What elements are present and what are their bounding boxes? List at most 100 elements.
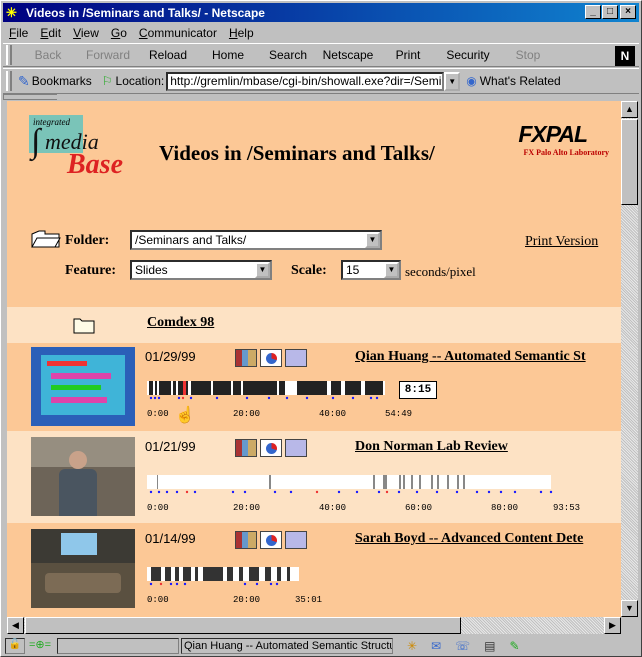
scale-select[interactable]: 15 ▼ (341, 260, 401, 280)
video-timeline[interactable] (147, 567, 307, 587)
feature-select[interactable]: Slides ▼ (130, 260, 272, 280)
toolbar-grip[interactable] (6, 71, 12, 91)
video-title-link[interactable]: Sarah Boyd -- Advanced Content Dete (355, 531, 621, 547)
window-title: Videos in /Seminars and Talks/ - Netscap… (26, 5, 265, 20)
chevron-down-icon[interactable]: ▼ (384, 262, 399, 278)
storyboard-icon[interactable] (235, 439, 257, 457)
storyboard-icon[interactable] (235, 349, 257, 367)
video-timeline[interactable] (147, 381, 397, 401)
scroll-down-button[interactable]: ▼ (621, 600, 638, 617)
menu-view[interactable]: View (67, 26, 105, 40)
stop-button[interactable]: Stop (498, 48, 558, 62)
composer-icon[interactable]: ▤ (484, 639, 495, 653)
hand-cursor-icon: ☝ (175, 407, 195, 424)
bookmarks-button[interactable]: Bookmarks (32, 74, 92, 88)
video-thumbnail[interactable] (31, 529, 135, 608)
video-date: 01/21/99 (145, 439, 196, 454)
storyboard-icon[interactable] (235, 531, 257, 549)
pie-chart-icon[interactable] (260, 439, 282, 457)
minimize-button[interactable]: _ (585, 5, 601, 19)
discussion-icon[interactable]: ☏ (455, 639, 470, 653)
feature-label: Feature: (65, 263, 117, 278)
timeline-tick-label: 80:00 (491, 503, 519, 513)
folder-select[interactable]: /Seminars and Talks/ ▼ (130, 230, 382, 250)
status-bar: 🔓 =⊕= Qian Huang -- Automated Semantic S… (3, 636, 639, 656)
reload-button[interactable]: Reload (138, 48, 198, 62)
subfolder-icon[interactable] (73, 316, 95, 337)
video-thumbnail[interactable] (31, 437, 135, 516)
menu-go[interactable]: Go (105, 26, 133, 40)
back-button[interactable]: Back (18, 48, 78, 62)
menu-communicator[interactable]: Communicator (133, 26, 223, 40)
logo-base-text: Base (67, 149, 123, 180)
edit-icon[interactable]: ✎ (509, 639, 519, 653)
toolbar-grip[interactable] (6, 45, 12, 65)
forward-button[interactable]: Forward (78, 48, 138, 62)
netscape-logo-icon: N (615, 46, 635, 66)
menu-help[interactable]: Help (223, 26, 260, 40)
page-title: Videos in /Seminars and Talks/ (159, 141, 435, 165)
whats-related-icon: ◉ (466, 74, 477, 88)
location-icon: ⚐ (101, 74, 113, 88)
mail-icon[interactable]: ✉ (431, 639, 441, 653)
feature-select-value: Slides (135, 263, 168, 277)
print-version-link[interactable]: Print Version (525, 234, 598, 250)
timeline-disabled-icon[interactable] (285, 531, 307, 549)
subfolder-row: Comdex 98 (7, 307, 621, 343)
menu-file[interactable]: File (3, 26, 34, 40)
netscape-app-icon: ✳ (6, 4, 17, 20)
url-dropdown-button[interactable]: ▼ (444, 71, 461, 91)
timeline-tick-label: 0:00 (147, 409, 169, 419)
print-button[interactable]: Print (378, 48, 438, 62)
video-row: 01/14/99 Sarah Boyd -- Advanced Content … (7, 523, 621, 617)
video-timeline[interactable] (147, 475, 557, 495)
component-bar: ✳ ✉ ☏ ▤ ✎ (407, 639, 520, 653)
navigator-icon[interactable]: ✳ (407, 639, 417, 653)
timeline-tick-label: 35:01 (295, 595, 323, 605)
search-button[interactable]: Search (258, 48, 318, 62)
connection-icon: =⊕= (29, 639, 52, 651)
netscape-window: ✳ Videos in /Seminars and Talks/ - Netsc… (0, 0, 642, 657)
scroll-left-button[interactable]: ◀ (7, 617, 24, 634)
video-title-link[interactable]: Don Norman Lab Review (355, 439, 508, 455)
url-input[interactable]: http://gremlin/mbase/cgi-bin/showall.exe… (166, 71, 445, 91)
scale-select-value: 15 (346, 263, 360, 277)
timeline-disabled-icon[interactable] (285, 439, 307, 457)
timeline-tick-label: 60:00 (405, 503, 433, 513)
close-button[interactable]: × (620, 5, 636, 19)
video-view-icons (235, 349, 307, 367)
home-button[interactable]: Home (198, 48, 258, 62)
video-row: 01/21/99 Don Norman Lab Review 0:00 20:0… (7, 431, 621, 523)
scrollbar-thumb[interactable] (621, 119, 638, 205)
personal-toolbar-tab[interactable] (3, 94, 57, 100)
maximize-button[interactable]: □ (602, 5, 618, 19)
security-button[interactable]: Security (438, 48, 498, 62)
chevron-down-icon[interactable]: ▼ (255, 262, 270, 278)
video-thumbnail[interactable] (31, 347, 135, 426)
status-text: Qian Huang -- Automated Semantic Structu… (181, 638, 393, 654)
video-title-link[interactable]: Qian Huang -- Automated Semantic St (355, 349, 621, 365)
title-bar: ✳ Videos in /Seminars and Talks/ - Netsc… (3, 3, 639, 22)
horizontal-scrollbar[interactable]: ◀ ▶ (7, 617, 621, 634)
security-lock-icon[interactable]: 🔓 (5, 638, 25, 654)
progress-bar (57, 638, 179, 654)
scroll-right-button[interactable]: ▶ (604, 617, 621, 634)
netscape-button[interactable]: Netscape (318, 48, 378, 62)
vertical-scrollbar[interactable]: ▲ ▼ (621, 101, 638, 617)
location-label: Location: (115, 74, 165, 88)
whats-related-button[interactable]: What's Related (480, 74, 561, 88)
chevron-down-icon[interactable]: ▼ (365, 232, 380, 248)
timeline-disabled-icon[interactable] (285, 349, 307, 367)
timeline-tick-label: 54:49 (385, 409, 413, 419)
video-date: 01/14/99 (145, 531, 196, 546)
scale-unit: seconds/pixel (405, 264, 476, 279)
horizontal-scrollbar-thumb[interactable] (25, 617, 461, 634)
menu-edit[interactable]: Edit (34, 26, 67, 40)
pie-chart-icon[interactable] (260, 531, 282, 549)
subfolder-link[interactable]: Comdex 98 (147, 315, 214, 331)
scroll-up-button[interactable]: ▲ (621, 101, 638, 118)
bookmarks-icon: ✎ (18, 72, 30, 89)
timeline-tick-label: 93:53 (553, 503, 581, 513)
pie-chart-icon[interactable] (260, 349, 282, 367)
video-view-icons (235, 439, 307, 457)
